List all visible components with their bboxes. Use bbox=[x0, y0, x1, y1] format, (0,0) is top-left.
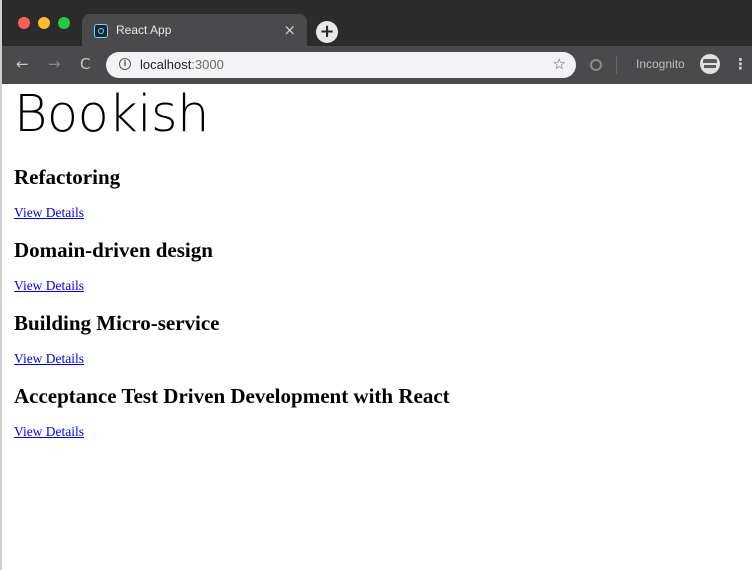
book-list: Refactoring View Details Domain-driven d… bbox=[14, 165, 752, 441]
menu-icon[interactable]: ⋮ bbox=[733, 55, 748, 73]
url-host: localhost bbox=[140, 57, 192, 72]
tab-close-icon[interactable]: × bbox=[283, 21, 296, 39]
page-title: Bookish bbox=[14, 85, 209, 144]
book-title: Domain-driven design bbox=[14, 238, 213, 262]
bookmark-star-icon[interactable]: ☆ bbox=[553, 55, 566, 73]
browser-window: React App × + ← → C i localhost:3000 ☆ I… bbox=[0, 0, 752, 570]
tab-react-app[interactable]: React App × bbox=[82, 14, 307, 48]
book-item: Refactoring View Details bbox=[14, 165, 752, 222]
forward-arrow-icon[interactable]: → bbox=[48, 55, 61, 73]
book-item: Acceptance Test Driven Development with … bbox=[14, 384, 752, 441]
window-minimize-button[interactable] bbox=[38, 17, 50, 29]
window-close-button[interactable] bbox=[18, 17, 30, 29]
url-text[interactable]: localhost:3000 bbox=[140, 57, 224, 72]
incognito-icon[interactable] bbox=[700, 54, 720, 74]
url-port: :3000 bbox=[191, 57, 224, 72]
view-details-link[interactable]: View Details bbox=[14, 205, 84, 221]
book-item: Building Micro-service View Details bbox=[14, 311, 752, 368]
react-favicon-icon bbox=[94, 24, 108, 38]
view-details-link[interactable]: View Details bbox=[14, 424, 84, 440]
back-arrow-icon[interactable]: ← bbox=[16, 55, 29, 73]
book-title: Acceptance Test Driven Development with … bbox=[14, 384, 450, 408]
book-title: Building Micro-service bbox=[14, 311, 220, 335]
view-details-link[interactable]: View Details bbox=[14, 278, 84, 294]
view-details-link[interactable]: View Details bbox=[14, 351, 84, 367]
browser-toolbar: ← → C i localhost:3000 ☆ Incognito ⋮ bbox=[2, 46, 752, 84]
new-tab-button[interactable]: + bbox=[316, 21, 338, 43]
tab-strip: React App × + bbox=[2, 0, 752, 48]
tab-title: React App bbox=[116, 23, 172, 37]
toolbar-divider bbox=[616, 56, 617, 74]
address-bar[interactable]: i localhost:3000 ☆ bbox=[106, 52, 576, 78]
page-content: Bookish Refactoring View Details Domain-… bbox=[2, 84, 752, 570]
extension-icon[interactable] bbox=[590, 59, 602, 71]
book-item: Domain-driven design View Details bbox=[14, 238, 752, 295]
incognito-label: Incognito bbox=[636, 57, 685, 71]
reload-icon[interactable]: C bbox=[80, 55, 90, 73]
window-maximize-button[interactable] bbox=[58, 17, 70, 29]
info-icon[interactable]: i bbox=[119, 58, 131, 70]
book-title: Refactoring bbox=[14, 165, 121, 189]
